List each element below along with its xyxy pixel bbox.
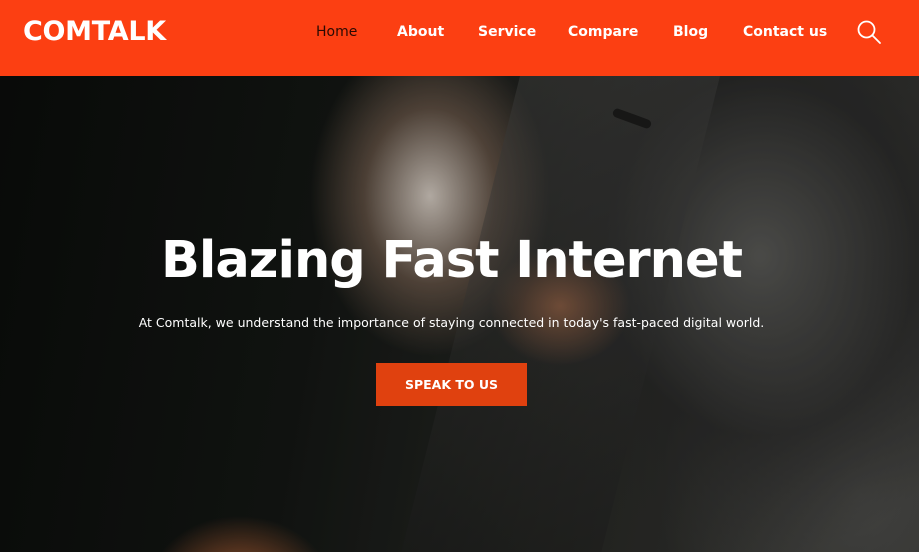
nav-item-blog[interactable]: Blog (673, 22, 708, 42)
nav-item-service[interactable]: Service (478, 22, 536, 42)
hero-subtitle: At Comtalk, we understand the importance… (138, 315, 765, 330)
site-header: COMTALK Home About Service Compare Blog … (0, 0, 919, 76)
search-icon[interactable] (856, 19, 882, 45)
nav-item-about[interactable]: About (397, 22, 444, 42)
site-logo[interactable]: COMTALK (23, 14, 166, 50)
nav-item-contact-us[interactable]: Contact us (743, 22, 827, 42)
hero-title: Blazing Fast Internet (161, 231, 743, 290)
nav-item-home[interactable]: Home (316, 22, 357, 42)
nav-item-compare[interactable]: Compare (568, 22, 638, 42)
speak-to-us-button[interactable]: SPEAK TO US (376, 363, 527, 406)
